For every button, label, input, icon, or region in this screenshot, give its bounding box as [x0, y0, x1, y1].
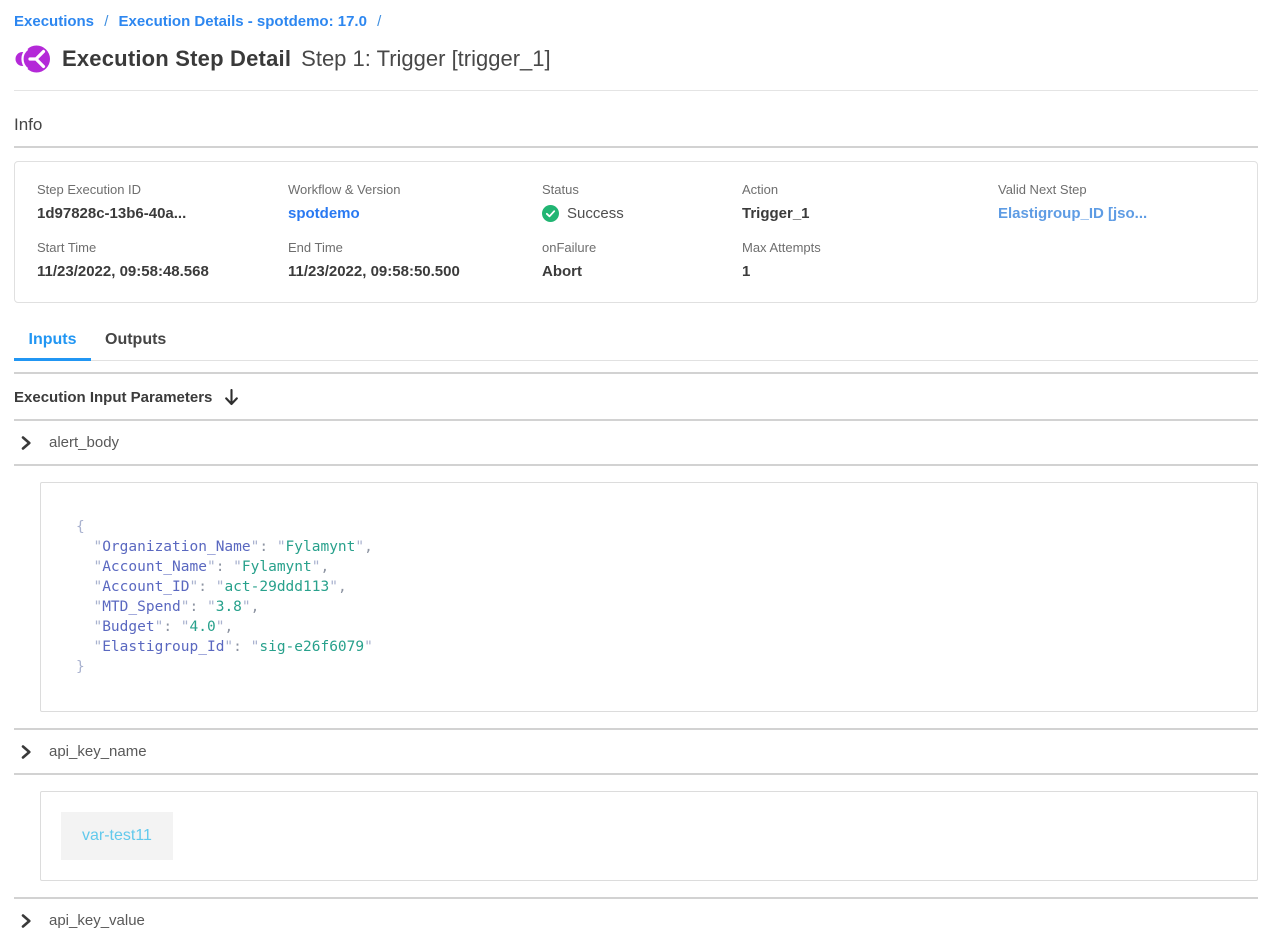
fylamynt-logo-icon [14, 43, 52, 75]
parameter-value-chip: var-test11 [61, 812, 173, 860]
info-field-value-onfailure: Abort [542, 263, 742, 280]
info-field-start-time: Start Time 11/23/2022, 09:58:48.568 [37, 240, 288, 280]
tab-outputs[interactable]: Outputs [91, 323, 180, 361]
tab-bar: InputsOutputs [14, 323, 1258, 361]
page-subtitle: Step 1: Trigger [trigger_1] [301, 46, 550, 72]
info-field-status: Status Success [542, 182, 742, 222]
section-name: api_key_value [49, 912, 145, 929]
execution-step-detail-page: Executions / Execution Details - spotdem… [0, 0, 1272, 942]
info-card: Step Execution ID 1d97828c-13b6-40a...Wor… [14, 161, 1258, 303]
page-header: Execution Step Detail Step 1: Trigger [t… [14, 43, 1258, 75]
section-name: api_key_name [49, 743, 147, 760]
info-field-value-start-time: 11/23/2022, 09:58:48.568 [37, 263, 288, 280]
breadcrumb-executions-link[interactable]: Executions [14, 13, 94, 30]
info-field-workflow-version: Workflow & Version spotdemo [288, 182, 542, 222]
tab-inputs[interactable]: Inputs [14, 323, 91, 361]
breadcrumb-execution-details-link[interactable]: Execution Details - spotdemo: 17.0 [119, 13, 367, 30]
chevron-right-icon [20, 436, 32, 450]
section-name: alert_body [49, 434, 119, 451]
info-field-label: onFailure [542, 240, 742, 255]
value-content-api-key-name: var-test11 [40, 791, 1258, 881]
breadcrumb-separator: / [377, 13, 381, 30]
info-field-value-action: Trigger_1 [742, 205, 998, 222]
chevron-right-icon [20, 745, 32, 759]
breadcrumb-separator: / [104, 13, 108, 30]
info-field-label: Workflow & Version [288, 182, 542, 197]
breadcrumb: Executions / Execution Details - spotdem… [14, 0, 1258, 30]
section-toggle-api-key-value[interactable]: api_key_value [14, 899, 1258, 942]
parameter-sections: alert_body { "Organization_Name": "Fylamy… [14, 419, 1258, 942]
info-field-value-workflow-version[interactable]: spotdemo [288, 205, 542, 222]
info-field-label: Max Attempts [742, 240, 998, 255]
section-toggle-api-key-name[interactable]: api_key_name [14, 730, 1258, 773]
info-section-heading: Info [14, 115, 1258, 135]
info-field-value-valid-next-step[interactable]: Elastigroup_ID [jso... [998, 205, 1235, 222]
info-field-step-execution-id: Step Execution ID 1d97828c-13b6-40a... [37, 182, 288, 222]
info-field-label: Step Execution ID [37, 182, 288, 197]
execution-input-parameters-label: Execution Input Parameters [14, 389, 212, 406]
info-field-end-time: End Time 11/23/2022, 09:58:50.500 [288, 240, 542, 280]
json-code: { "Organization_Name": "Fylamynt", "Acco… [76, 517, 1237, 677]
execution-input-parameters-header: Execution Input Parameters [14, 374, 1258, 419]
info-field-onfailure: onFailure Abort [542, 240, 742, 280]
chevron-right-icon [20, 914, 32, 928]
info-field-value-step-execution-id: 1d97828c-13b6-40a... [37, 205, 288, 222]
section-divider [14, 773, 1258, 775]
status-text: Success [567, 205, 624, 222]
info-field-label: Status [542, 182, 742, 197]
info-field-value-max-attempts: 1 [742, 263, 998, 280]
section-toggle-alert-body[interactable]: alert_body [14, 421, 1258, 464]
arrow-down-icon[interactable] [224, 389, 239, 406]
info-field-value-status: Success [542, 205, 742, 222]
info-divider [14, 146, 1258, 148]
info-field-value-end-time: 11/23/2022, 09:58:50.500 [288, 263, 542, 280]
info-field-max-attempts: Max Attempts 1 [742, 240, 998, 280]
section-divider [14, 464, 1258, 466]
info-field-action: Action Trigger_1 [742, 182, 998, 222]
header-divider [14, 90, 1258, 91]
info-field-label: End Time [288, 240, 542, 255]
page-title: Execution Step Detail [62, 46, 291, 72]
info-field-label: Action [742, 182, 998, 197]
info-field-valid-next-step: Valid Next Step Elastigroup_ID [jso... [998, 182, 1235, 222]
check-circle-icon [542, 205, 567, 222]
info-field-label: Start Time [37, 240, 288, 255]
info-field-label: Valid Next Step [998, 182, 1235, 197]
json-content-alert-body: { "Organization_Name": "Fylamynt", "Acco… [40, 482, 1258, 712]
